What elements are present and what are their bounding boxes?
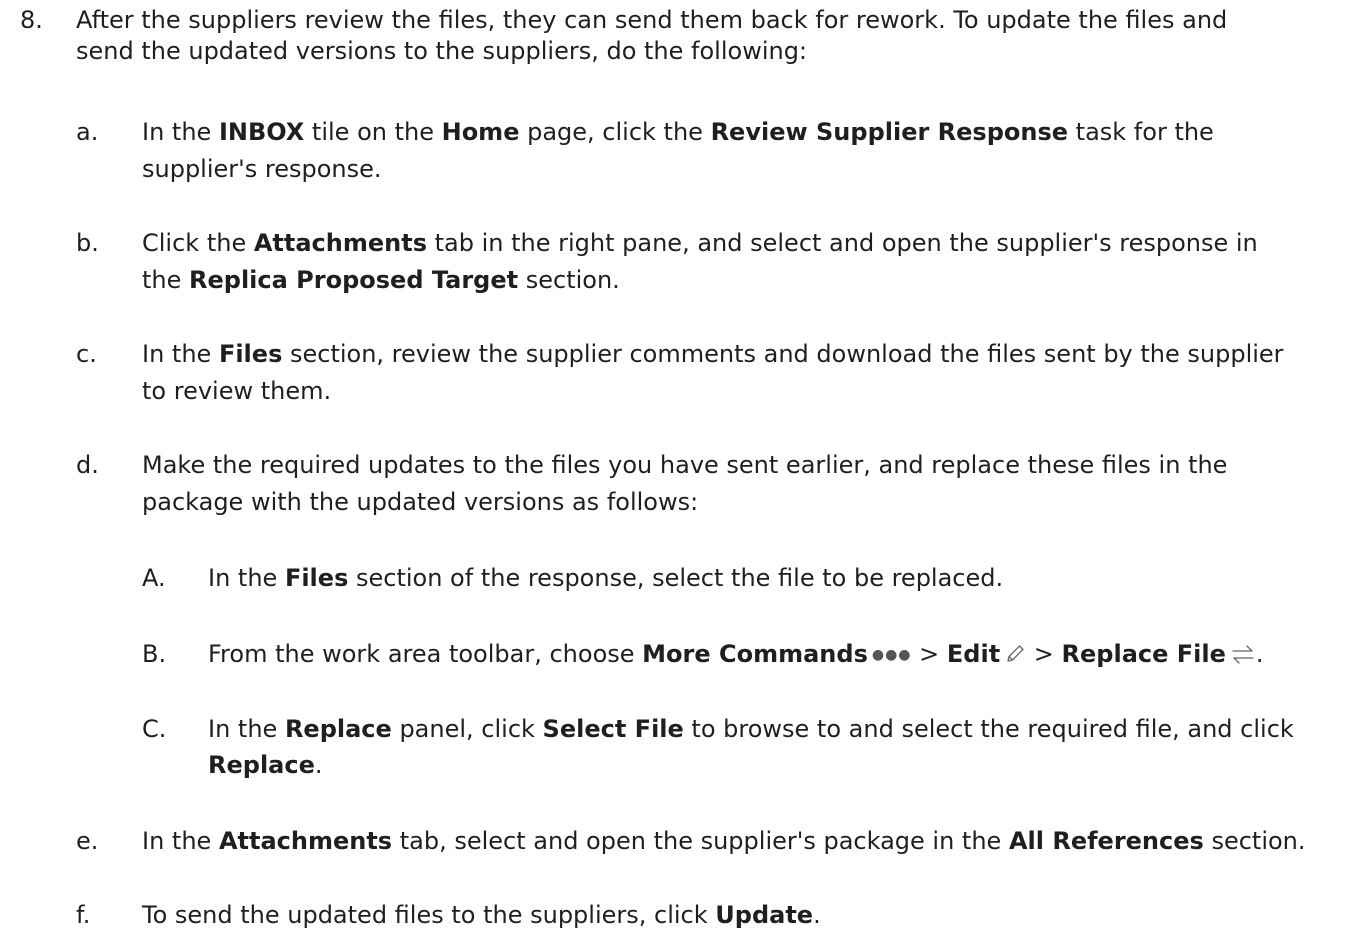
update-button-term: Update (715, 901, 814, 929)
replace-file-term: Replace File (1061, 640, 1226, 668)
substep-marker-a: a. (76, 118, 99, 146)
substep-f-line: To send the updated files to the supplie… (142, 900, 821, 931)
text: tab, select and open the supplier's pack… (392, 827, 1009, 855)
text: page, click the (519, 118, 711, 146)
subitem-C-line-2: Replace. (208, 750, 323, 781)
text: In the (142, 340, 219, 368)
substep-c-line-1: In the Files section, review the supplie… (142, 339, 1284, 370)
text: Click the (142, 229, 254, 257)
substep-marker-d: d. (76, 451, 99, 479)
separator: > (911, 640, 947, 668)
subitem-marker-A: A. (142, 564, 166, 592)
attachments-tab-term: Attachments (253, 229, 427, 257)
subitem-marker-C: C. (142, 715, 167, 743)
replica-proposed-target-term: Replica Proposed Target (189, 266, 519, 294)
inbox-tile-term: INBOX (218, 118, 305, 146)
substep-marker-b: b. (76, 229, 99, 257)
text: From the work area toolbar, choose (208, 640, 643, 668)
subitem-A-line: In the Files section of the response, se… (208, 563, 1003, 594)
text: panel, click (391, 715, 543, 743)
home-page-term: Home (441, 118, 520, 146)
text: to browse to and select the required fil… (683, 715, 1294, 743)
text: In the (208, 715, 285, 743)
text: In the (142, 118, 219, 146)
text: In the (142, 827, 219, 855)
text: To send the updated files to the supplie… (142, 901, 716, 929)
substep-c-line-2: to review them. (142, 377, 332, 405)
substep-d-line-1: Make the required updates to the files y… (142, 451, 1228, 479)
replace-file-icon (1230, 642, 1256, 674)
replace-term: Replace (208, 751, 315, 779)
step-number: 8. (20, 6, 43, 34)
substep-a-line-2: supplier's response. (142, 155, 382, 183)
select-file-term: Select File (542, 715, 684, 743)
text: section. (518, 266, 620, 294)
substep-a-line-1: In the INBOX tile on the Home page, clic… (142, 117, 1214, 148)
procedure-document: 8. After the suppliers review the files,… (0, 0, 1361, 932)
step-intro-line-1: After the suppliers review the files, th… (76, 6, 1228, 34)
more-commands-term: More Commands (642, 640, 868, 668)
text: tile on the (304, 118, 442, 146)
text: task for the (1068, 118, 1214, 146)
all-references-term: All References (1008, 827, 1204, 855)
substep-marker-c: c. (76, 340, 97, 368)
text: tab in the right pane, and select and op… (427, 229, 1258, 257)
text: . (314, 751, 323, 779)
step-intro-line-2: send the updated versions to the supplie… (76, 37, 808, 65)
files-section-term: Files (284, 564, 349, 592)
text: . (813, 901, 821, 929)
subitem-C-line-1: In the Replace panel, click Select File … (208, 714, 1294, 745)
substep-marker-f: f. (76, 901, 91, 929)
replace-panel-term: Replace (284, 715, 392, 743)
text: section of the response, select the file… (348, 564, 1004, 592)
substep-b-line-1: Click the Attachments tab in the right p… (142, 228, 1258, 259)
text: . (1255, 640, 1264, 668)
pencil-icon (1004, 642, 1026, 673)
text: section, review the supplier comments an… (282, 340, 1284, 368)
files-section-term: Files (218, 340, 283, 368)
text: the (142, 266, 190, 294)
subitem-B-line: From the work area toolbar, choose More … (208, 639, 1264, 674)
substep-marker-e: e. (76, 827, 99, 855)
separator: > (1026, 640, 1062, 668)
substep-b-line-2: the Replica Proposed Target section. (142, 265, 620, 296)
edit-term: Edit (946, 640, 1001, 668)
substep-e-line: In the Attachments tab, select and open … (142, 826, 1306, 857)
more-commands-icon: ●●● (871, 647, 912, 663)
text: In the (208, 564, 285, 592)
attachments-tab-term: Attachments (218, 827, 393, 855)
subitem-marker-B: B. (142, 640, 167, 668)
review-supplier-response-term: Review Supplier Response (710, 118, 1069, 146)
substep-d-line-2: package with the updated versions as fol… (142, 488, 699, 516)
text: section. (1203, 827, 1306, 855)
